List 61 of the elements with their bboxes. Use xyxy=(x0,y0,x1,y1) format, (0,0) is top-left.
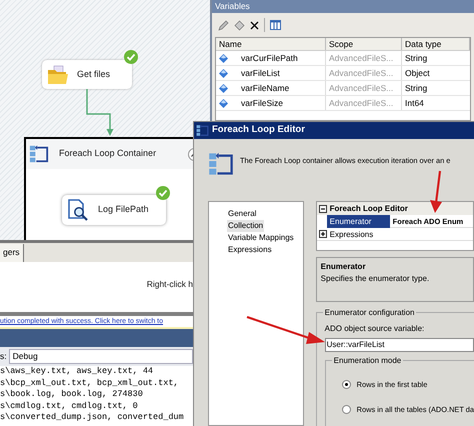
table-cell: varFileSize xyxy=(241,96,284,110)
output-line: s\aws_key.txt, aws_key.txt, 44 xyxy=(0,366,154,378)
column-header[interactable]: Data type xyxy=(402,38,470,50)
column-header[interactable]: Name xyxy=(216,38,326,50)
table-cell: AdvancedFileS... xyxy=(326,96,402,110)
loop-container-icon xyxy=(208,151,234,177)
table-cell-text: Object xyxy=(404,66,431,80)
document-search-icon xyxy=(66,198,90,222)
page-item[interactable]: Expressions xyxy=(227,244,273,256)
radio-button[interactable] xyxy=(342,380,351,390)
output-line: s\converted_dump.json, converted_dum xyxy=(0,412,185,424)
task-node[interactable]: Log FilePath xyxy=(62,195,166,225)
delete-icon[interactable] xyxy=(250,20,259,30)
window-title: Foreach Loop Editor xyxy=(212,123,305,138)
folder-icon xyxy=(47,64,69,84)
output-line: s\cmdlog.txt, cmdlog.txt, 0 xyxy=(0,400,139,412)
table-cell: varFileName xyxy=(241,82,290,94)
table-cell-text: String xyxy=(404,82,428,95)
source-label: s: xyxy=(0,350,7,363)
output-line: s\bcp_xml_out.txt, bcp_xml_out.txt, xyxy=(0,378,180,389)
hint-text: Right-click h xyxy=(146,278,193,291)
window-icon xyxy=(196,124,209,137)
table-cell-text: String xyxy=(404,52,428,65)
output-line: s\book.log, book.log, 274830 xyxy=(0,389,144,400)
table-cell: AdvancedFileS... xyxy=(326,66,402,80)
tab[interactable]: gers xyxy=(0,244,24,262)
help-text: Specifies the enumerator type. xyxy=(320,273,430,285)
diamond-icon[interactable] xyxy=(234,20,245,30)
table-cell: AdvancedFileS... xyxy=(326,51,402,65)
property-name[interactable]: Expressions xyxy=(330,228,374,240)
help-title: Enumerator xyxy=(320,261,366,273)
task-label: Log FilePath xyxy=(98,203,149,216)
table-cell: varCurFilePath xyxy=(241,52,298,64)
diamond-icon xyxy=(219,84,228,92)
task-label: Get files xyxy=(77,68,110,81)
diamond-icon xyxy=(219,98,228,108)
precedence-connector xyxy=(84,89,114,137)
collapse-icon[interactable] xyxy=(318,204,327,212)
source-dropdown[interactable]: Debug xyxy=(8,349,193,364)
page-item[interactable]: Collection xyxy=(227,220,264,232)
group-title: Enumeration mode xyxy=(332,355,404,366)
source-variable-field[interactable]: User::varFileList xyxy=(324,338,474,352)
loop-container-icon xyxy=(29,144,49,164)
category-label: Foreach Loop Editor xyxy=(330,202,408,214)
table-cell: AdvancedFileS... xyxy=(326,81,402,95)
property-name[interactable]: Enumerator xyxy=(326,215,390,228)
group-title: Enumerator configuration xyxy=(322,307,416,318)
grid-icon[interactable] xyxy=(270,20,281,30)
field-label: ADO object source variable: xyxy=(324,323,426,335)
radio-button[interactable] xyxy=(342,405,351,414)
task-node[interactable]: Get files xyxy=(42,60,132,89)
table-cell-text: Int64 xyxy=(404,96,425,110)
expand-icon[interactable] xyxy=(318,230,327,238)
window-title: Variables xyxy=(212,0,474,13)
annotation-arrow xyxy=(429,170,443,214)
pencil-icon[interactable] xyxy=(218,20,229,30)
container-title: Foreach Loop Container xyxy=(59,147,156,160)
diamond-icon xyxy=(219,68,228,78)
table-cell: varFileList xyxy=(241,66,280,80)
column-header[interactable]: Scope xyxy=(326,38,402,50)
diamond-icon xyxy=(219,54,228,62)
